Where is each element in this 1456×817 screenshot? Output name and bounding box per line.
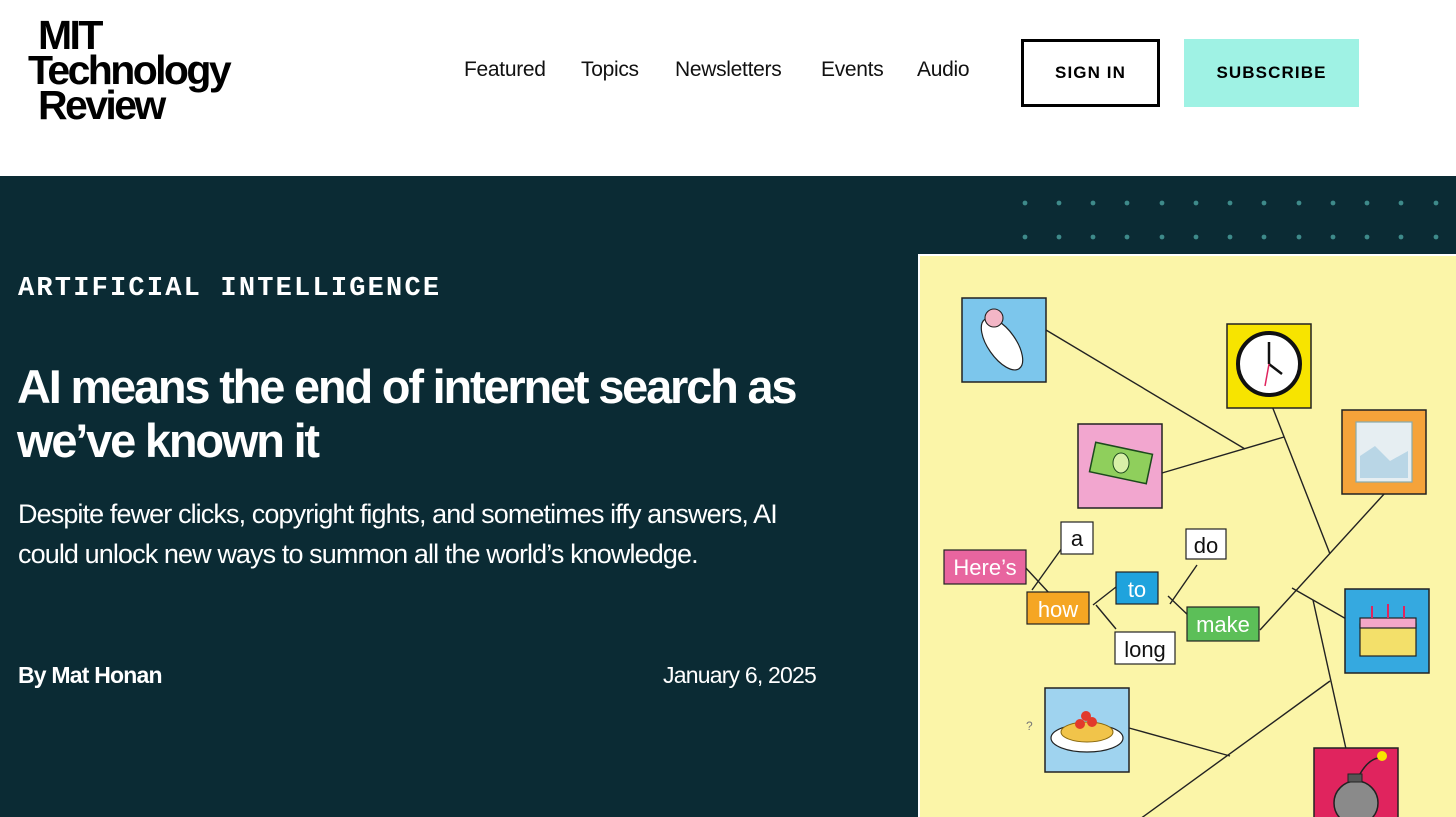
word-do: do (1185, 528, 1227, 560)
hero-section: ARTIFICIAL INTELLIGENCE AI means the end… (0, 176, 1456, 817)
logo-line-3: Review (38, 82, 166, 128)
subscribe-button[interactable]: SUBSCRIBE (1184, 39, 1359, 107)
svg-text:do: do (1194, 533, 1218, 558)
byline: By Mat Honan (18, 662, 163, 689)
word-long: long (1114, 631, 1176, 665)
bag-icon (1341, 409, 1427, 495)
article-dek: Despite fewer clicks, copyright fights, … (18, 499, 778, 569)
site-logo[interactable]: MIT Technology Review (28, 15, 258, 128)
dot-pattern (1022, 200, 1439, 240)
svg-text:to: to (1128, 577, 1146, 602)
money-icon (1077, 423, 1163, 509)
author-link[interactable]: Mat Honan (51, 662, 162, 688)
nav-item-events[interactable]: Events (821, 58, 884, 82)
word-heres: Here’s (943, 549, 1027, 585)
hero-illustration[interactable]: Here’s a how to long do make ? (918, 254, 1456, 817)
sign-in-button[interactable]: SIGN IN (1021, 39, 1160, 107)
cake-icon (1344, 588, 1430, 674)
nav-item-newsletters[interactable]: Newsletters (675, 58, 782, 82)
publish-date: January 6, 2025 (663, 662, 817, 688)
nav-item-audio[interactable]: Audio (917, 58, 970, 82)
bomb-icon (1313, 747, 1399, 817)
article-headline[interactable]: AI means the end of internet search as w… (17, 360, 837, 468)
word-a: a (1060, 521, 1094, 555)
word-to: to (1115, 571, 1159, 605)
clock-icon (1226, 323, 1312, 409)
nav-item-topics[interactable]: Topics (581, 58, 639, 82)
svg-text:a: a (1071, 526, 1084, 551)
baby-icon (961, 297, 1047, 383)
nav-item-featured[interactable]: Featured (464, 58, 546, 82)
svg-text:Here’s: Here’s (953, 555, 1016, 580)
svg-text:how: how (1038, 597, 1078, 622)
network-illustration: Here’s a how to long do make ? (943, 297, 1430, 817)
spaghetti-icon (1044, 687, 1130, 773)
byline-prefix: By (18, 662, 47, 688)
site-header: MIT Technology Review Featured Topics Ne… (0, 0, 1456, 176)
word-make: make (1186, 606, 1260, 642)
word-how: how (1026, 591, 1090, 625)
category-label[interactable]: ARTIFICIAL INTELLIGENCE (18, 274, 441, 304)
svg-text:long: long (1124, 637, 1166, 662)
question-mark: ? (1026, 719, 1033, 733)
svg-text:make: make (1196, 612, 1250, 637)
